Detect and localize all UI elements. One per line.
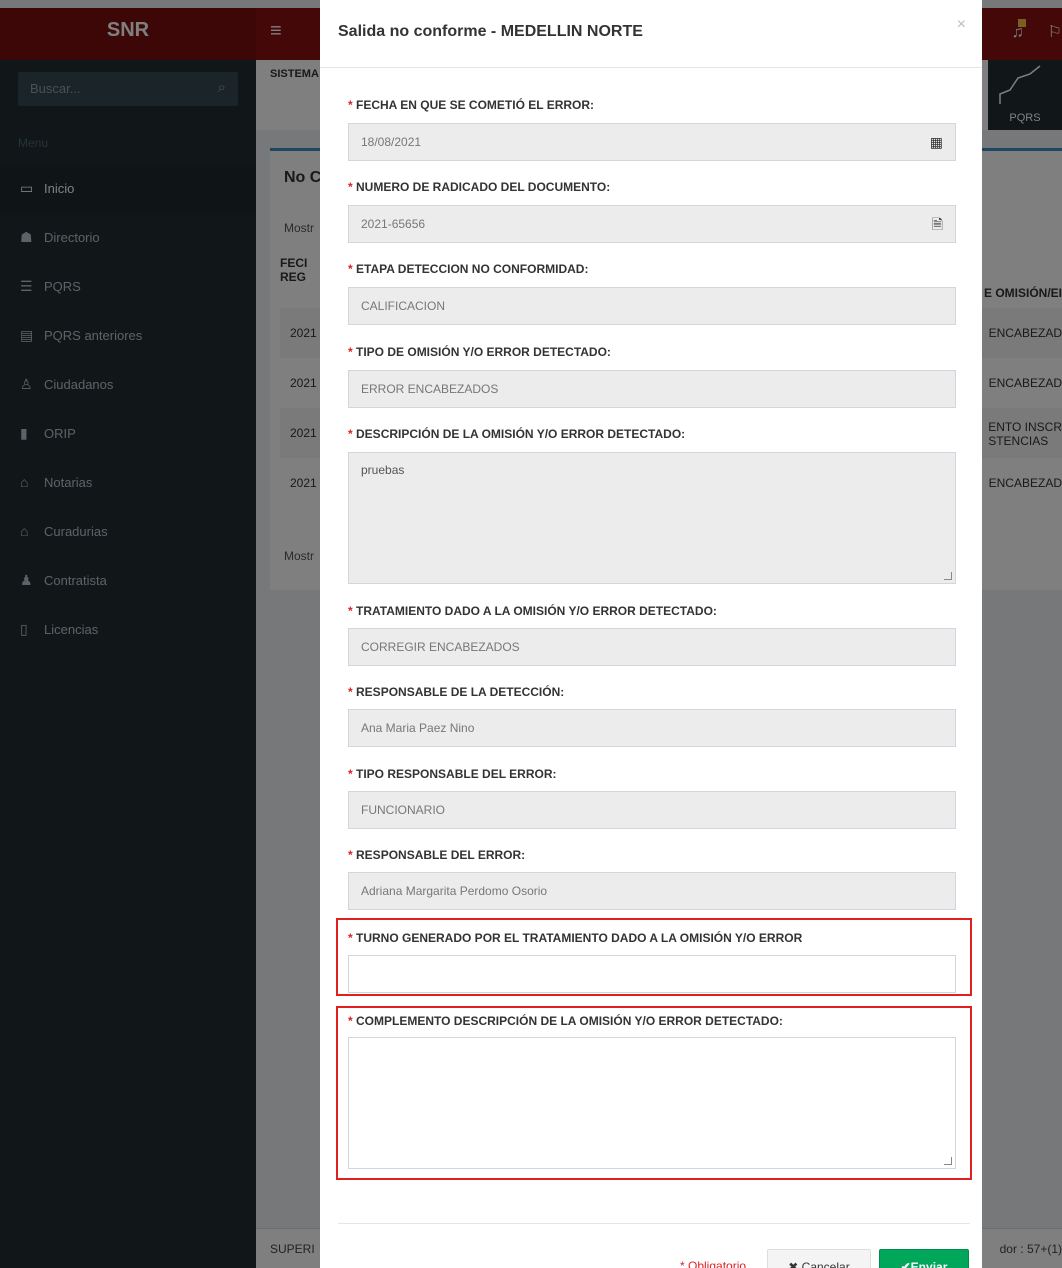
field-label: * FECHA EN QUE SE COMETIÓ EL ERROR: (348, 98, 956, 114)
field-etapa: * ETAPA DETECCION NO CONFORMIDAD: CALIFI… (348, 262, 956, 325)
field-responsable-deteccion: * RESPONSABLE DE LA DETECCIÓN: Ana Maria… (348, 685, 956, 747)
field-label: * TRATAMIENTO DADO A LA OMISIÓN Y/O ERRO… (348, 604, 956, 620)
label-text: RESPONSABLE DE LA DETECCIÓN: (356, 685, 565, 699)
required-mark: * (348, 767, 353, 781)
required-mark: * (348, 345, 353, 359)
label-text: TIPO RESPONSABLE DEL ERROR: (356, 767, 557, 781)
label-text: FECHA EN QUE SE COMETIÓ EL ERROR: (356, 98, 595, 112)
field-label: * DESCRIPCIÓN DE LA OMISIÓN Y/O ERROR DE… (348, 427, 956, 443)
field-complemento: * COMPLEMENTO DESCRIPCIÓN DE LA OMISIÓN … (348, 1014, 956, 1169)
fecha-value: 18/08/2021 (361, 135, 422, 149)
required-mark: * (348, 180, 353, 194)
complemento-textarea[interactable] (348, 1037, 956, 1169)
tipo-responsable-value: FUNCIONARIO (361, 803, 445, 817)
field-tratamiento: * TRATAMIENTO DADO A LA OMISIÓN Y/O ERRO… (348, 604, 956, 666)
label-text: TURNO GENERADO POR EL TRATAMIENTO DADO A… (356, 931, 803, 945)
radicado-value: 2021-65656 (361, 217, 426, 231)
resize-handle-icon[interactable] (944, 1157, 952, 1165)
modal-footer: * Obligatorio ✖ Cancelar ✔Enviar (338, 1223, 970, 1268)
tratamiento-value: CORREGIR ENCABEZADOS (361, 640, 520, 654)
responsable-deteccion-input[interactable]: Ana Maria Paez Nino (348, 709, 956, 747)
radicado-input[interactable]: 2021-65656 🗎 (348, 205, 956, 243)
label-text: TRATAMIENTO DADO A LA OMISIÓN Y/O ERROR … (356, 604, 717, 618)
field-responsable-error: * RESPONSABLE DEL ERROR: Adriana Margari… (348, 848, 956, 910)
close-icon[interactable]: × (957, 16, 966, 34)
required-mark: * (348, 848, 353, 862)
required-mark: * (348, 685, 353, 699)
field-radicado: * NUMERO DE RADICADO DEL DOCUMENTO: 2021… (348, 180, 956, 243)
required-mark: * (348, 427, 353, 441)
modal-title: Salida no conforme - MEDELLIN NORTE (338, 23, 643, 40)
turno-input[interactable] (348, 955, 956, 993)
label-text: NUMERO DE RADICADO DEL DOCUMENTO: (356, 180, 611, 194)
label-text: COMPLEMENTO DESCRIPCIÓN DE LA OMISIÓN Y/… (356, 1014, 783, 1028)
field-label: * TURNO GENERADO POR EL TRATAMIENTO DADO… (348, 931, 956, 947)
fecha-input[interactable]: 18/08/2021 ▦ (348, 123, 956, 161)
field-label: * COMPLEMENTO DESCRIPCIÓN DE LA OMISIÓN … (348, 1014, 956, 1030)
file-search-icon[interactable]: 🗎 (932, 206, 943, 242)
field-label: * RESPONSABLE DE LA DETECCIÓN: (348, 685, 956, 701)
field-label: * RESPONSABLE DEL ERROR: (348, 848, 956, 864)
modal-header: Salida no conforme - MEDELLIN NORTE × (320, 0, 982, 68)
tipo-omision-input[interactable]: ERROR ENCABEZADOS (348, 370, 956, 408)
field-label: * TIPO DE OMISIÓN Y/O ERROR DETECTADO: (348, 345, 956, 361)
etapa-value: CALIFICACION (361, 299, 446, 313)
resize-handle-icon[interactable] (944, 572, 952, 580)
etapa-input[interactable]: CALIFICACION (348, 287, 956, 325)
label-text: TIPO DE OMISIÓN Y/O ERROR DETECTADO: (356, 345, 611, 359)
field-label: * TIPO RESPONSABLE DEL ERROR: (348, 767, 956, 783)
field-label: * ETAPA DETECCION NO CONFORMIDAD: (348, 262, 956, 278)
field-turno: * TURNO GENERADO POR EL TRATAMIENTO DADO… (348, 931, 956, 993)
responsable-error-input[interactable]: Adriana Margarita Perdomo Osorio (348, 872, 956, 910)
send-button[interactable]: ✔Enviar (879, 1249, 969, 1268)
required-mark: * (348, 1014, 353, 1028)
field-descripcion: * DESCRIPCIÓN DE LA OMISIÓN Y/O ERROR DE… (348, 427, 956, 584)
tratamiento-input[interactable]: CORREGIR ENCABEZADOS (348, 628, 956, 666)
tipo-omision-value: ERROR ENCABEZADOS (361, 382, 499, 396)
calendar-icon[interactable]: ▦ (930, 124, 943, 160)
required-mark: * (348, 262, 353, 276)
responsable-deteccion-value: Ana Maria Paez Nino (361, 721, 475, 735)
required-mark: * (348, 98, 353, 112)
required-mark: * (348, 931, 353, 945)
descripcion-textarea[interactable]: pruebas (348, 452, 956, 584)
label-text: DESCRIPCIÓN DE LA OMISIÓN Y/O ERROR DETE… (356, 427, 686, 441)
descripcion-value: pruebas (361, 463, 405, 477)
required-mark: * (348, 604, 353, 618)
responsable-error-value: Adriana Margarita Perdomo Osorio (361, 884, 548, 898)
salida-no-conforme-modal: Salida no conforme - MEDELLIN NORTE × * … (320, 0, 982, 1268)
label-text: RESPONSABLE DEL ERROR: (356, 848, 526, 862)
field-fecha: * FECHA EN QUE SE COMETIÓ EL ERROR: 18/0… (348, 98, 956, 161)
field-tipo-omision: * TIPO DE OMISIÓN Y/O ERROR DETECTADO: E… (348, 345, 956, 408)
tipo-responsable-input[interactable]: FUNCIONARIO (348, 791, 956, 829)
field-label: * NUMERO DE RADICADO DEL DOCUMENTO: (348, 180, 956, 196)
cancel-button[interactable]: ✖ Cancelar (767, 1249, 871, 1268)
field-tipo-responsable: * TIPO RESPONSABLE DEL ERROR: FUNCIONARI… (348, 767, 956, 829)
label-text: ETAPA DETECCION NO CONFORMIDAD: (356, 262, 589, 276)
obligatorio-note: * Obligatorio (680, 1259, 747, 1268)
